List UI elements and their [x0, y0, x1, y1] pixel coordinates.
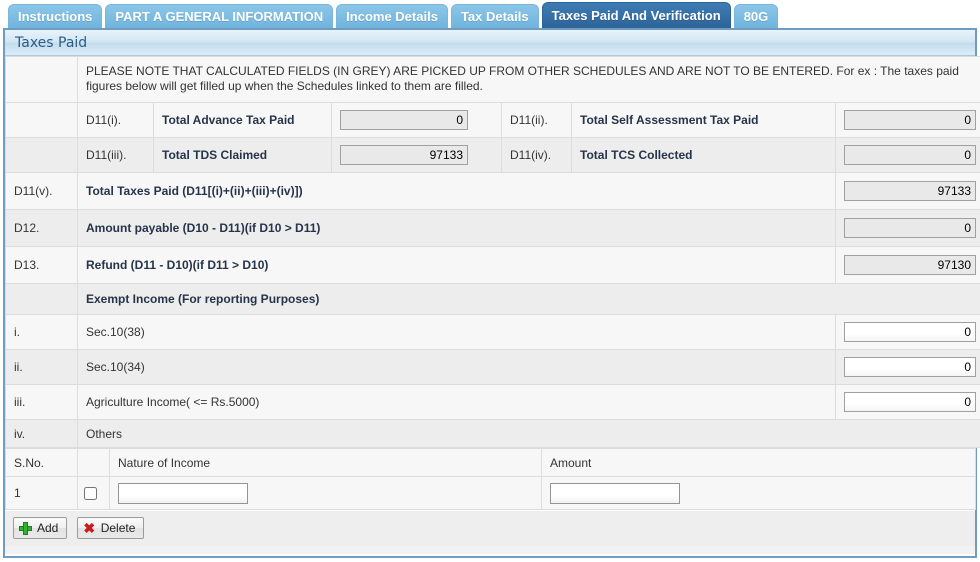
exempt-heading-blank	[5, 283, 78, 315]
column-header-nature-of-income: Nature of Income	[109, 448, 542, 477]
input-refund[interactable]	[844, 255, 976, 275]
code-d11-iii: D11(iii).	[77, 137, 154, 173]
others-table: S.No. Nature of Income Amount 1	[5, 448, 976, 510]
cell-agriculture-income	[834, 384, 980, 420]
cell-total-tds-claimed	[331, 137, 502, 173]
row-exempt-agriculture-income: iii. Agriculture Income( <= Rs.5000)	[5, 384, 980, 420]
cell-sec-10-38	[834, 314, 980, 350]
tab-bar: Instructions PART A GENERAL INFORMATION …	[0, 0, 980, 28]
column-header-amount: Amount	[541, 448, 976, 477]
row-d11-v: D11(v). Total Taxes Paid (D11[(i)+(ii)+(…	[5, 172, 980, 210]
label-total-tds-claimed: Total TDS Claimed	[153, 137, 332, 173]
cell-amount-payable	[834, 209, 980, 247]
add-button[interactable]: Add	[13, 517, 68, 539]
input-amount-payable[interactable]	[844, 218, 976, 238]
table-row: 1	[5, 476, 976, 510]
close-icon: ✖	[83, 519, 96, 536]
label-sec-10-34: Sec.10(34)	[77, 349, 836, 385]
code-exempt-ii: ii.	[5, 349, 78, 385]
code-d11-i: D11(i).	[77, 102, 154, 138]
add-button-label: Add	[37, 521, 59, 535]
plus-icon	[19, 521, 32, 535]
note-spacer-cell	[5, 56, 78, 103]
code-exempt-iii: iii.	[5, 384, 78, 420]
taxes-paid-panel: Taxes Paid PLEASE NOTE THAT CALCULATED F…	[3, 28, 980, 558]
row-d12: D12. Amount payable (D10 - D11)(if D10 >…	[5, 209, 980, 247]
row-exempt-income-heading: Exempt Income (For reporting Purposes)	[5, 283, 980, 315]
panel-filler	[5, 546, 975, 554]
row-d11-i-blank	[5, 102, 78, 138]
tab-tax-details[interactable]: Tax Details	[450, 4, 539, 28]
column-header-select	[77, 448, 110, 477]
cell-refund	[834, 246, 980, 284]
cell-row-sno: 1	[5, 476, 78, 510]
input-sec-10-34[interactable]	[844, 357, 976, 377]
row-d11-iii-blank	[5, 137, 78, 173]
label-sec-10-38: Sec.10(38)	[77, 314, 836, 350]
label-total-advance-tax-paid: Total Advance Tax Paid	[153, 102, 332, 138]
cell-total-taxes-paid	[834, 172, 980, 210]
cell-row-nature-of-income	[109, 476, 542, 510]
label-refund: Refund (D11 - D10)(if D11 > D10)	[77, 246, 836, 284]
code-d12: D12.	[5, 209, 78, 247]
code-exempt-i: i.	[5, 314, 78, 350]
code-exempt-iv: iv.	[5, 419, 78, 448]
code-d11-ii: D11(ii).	[501, 102, 572, 138]
panel-title: Taxes Paid	[5, 30, 975, 56]
input-total-tcs-collected[interactable]	[844, 145, 976, 165]
code-d11-v: D11(v).	[5, 172, 78, 210]
cell-sec-10-34	[834, 349, 980, 385]
tab-income-details[interactable]: Income Details	[336, 4, 448, 28]
action-button-bar: Add ✖ Delete	[5, 510, 975, 546]
cell-row-amount	[541, 476, 976, 510]
label-amount-payable: Amount payable (D10 - D11)(if D10 > D11)	[77, 209, 836, 247]
row-d13: D13. Refund (D11 - D10)(if D11 > D10)	[5, 246, 980, 284]
input-sec-10-38[interactable]	[844, 322, 976, 342]
input-nature-of-income[interactable]	[118, 482, 248, 504]
label-total-tcs-collected: Total TCS Collected	[571, 137, 836, 173]
label-total-taxes-paid: Total Taxes Paid (D11[(i)+(ii)+(iii)+(iv…	[77, 172, 836, 210]
code-d13: D13.	[5, 246, 78, 284]
input-amount[interactable]	[550, 482, 680, 504]
row-d11-iii: D11(iii). Total TDS Claimed D11(iv). Tot…	[5, 137, 980, 173]
row-exempt-sec-10-38: i. Sec.10(38)	[5, 314, 980, 350]
input-total-taxes-paid[interactable]	[844, 181, 976, 201]
note-text: PLEASE NOTE THAT CALCULATED FIELDS (IN G…	[76, 56, 980, 103]
column-header-sno: S.No.	[5, 448, 78, 477]
label-others: Others	[76, 419, 980, 448]
note-row: PLEASE NOTE THAT CALCULATED FIELDS (IN G…	[5, 56, 980, 103]
code-d11-iv: D11(iv).	[501, 137, 572, 173]
tab-part-a-general-information[interactable]: PART A GENERAL INFORMATION	[105, 4, 334, 28]
cell-row-select	[77, 476, 110, 510]
delete-button[interactable]: ✖ Delete	[76, 517, 145, 539]
cell-total-advance-tax-paid	[331, 102, 502, 138]
tab-instructions[interactable]: Instructions	[8, 4, 103, 28]
row-select-checkbox[interactable]	[84, 487, 97, 501]
others-header-row: S.No. Nature of Income Amount	[5, 448, 976, 477]
tab-80g[interactable]: 80G	[733, 4, 779, 28]
input-total-self-assessment-tax-paid[interactable]	[844, 110, 976, 130]
input-agriculture-income[interactable]	[844, 392, 976, 412]
taxes-paid-table: PLEASE NOTE THAT CALCULATED FIELDS (IN G…	[5, 56, 980, 448]
row-d11-i: D11(i). Total Advance Tax Paid D11(ii). …	[5, 102, 980, 138]
tab-taxes-paid-and-verification[interactable]: Taxes Paid And Verification	[541, 2, 731, 28]
delete-button-label: Delete	[100, 521, 136, 535]
label-exempt-income-heading: Exempt Income (For reporting Purposes)	[76, 283, 980, 315]
label-agriculture-income: Agriculture Income( <= Rs.5000)	[77, 384, 836, 420]
input-total-advance-tax-paid[interactable]	[340, 110, 468, 130]
input-total-tds-claimed[interactable]	[340, 145, 468, 165]
cell-total-self-assessment-tax-paid	[834, 102, 980, 138]
label-total-self-assessment-tax-paid: Total Self Assessment Tax Paid	[571, 102, 836, 138]
row-exempt-sec-10-34: ii. Sec.10(34)	[5, 349, 980, 385]
row-exempt-others: iv. Others	[5, 419, 980, 448]
cell-total-tcs-collected	[834, 137, 980, 173]
